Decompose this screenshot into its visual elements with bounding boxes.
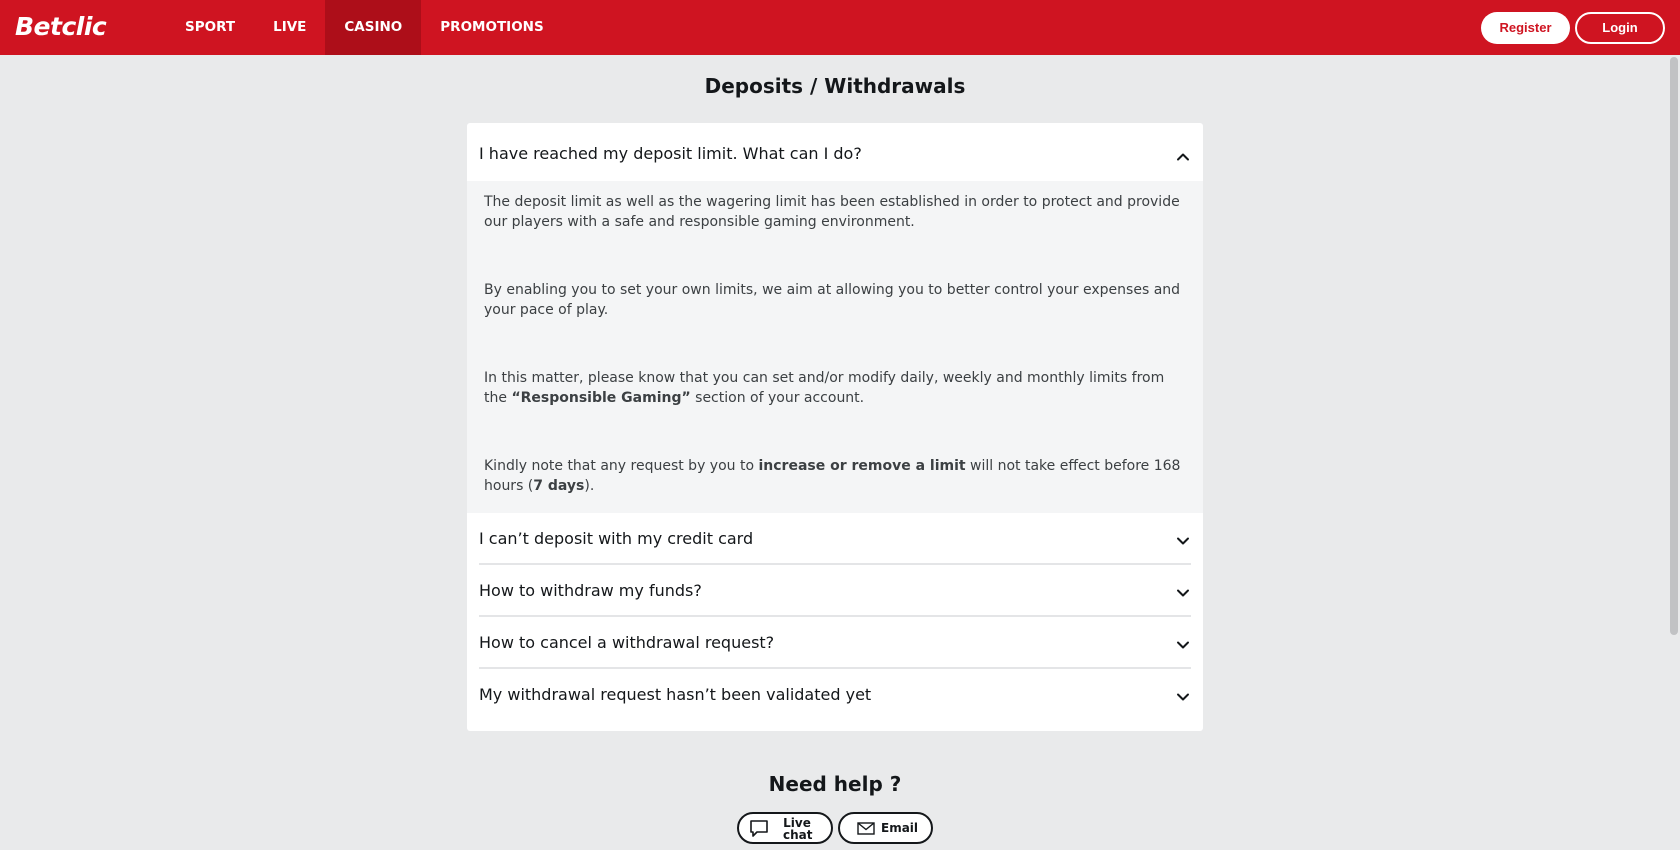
live-chat-label: Live chat bbox=[783, 816, 813, 842]
chevron-down-icon[interactable] bbox=[1176, 586, 1190, 600]
faq-question-open[interactable]: I have reached my deposit limit. What ca… bbox=[467, 123, 1203, 181]
faq-question-text: How to withdraw my funds? bbox=[479, 581, 702, 600]
faq-card: I have reached my deposit limit. What ca… bbox=[467, 123, 1203, 731]
answer-paragraph: The deposit limit as well as the wagerin… bbox=[484, 194, 1180, 230]
faq-question-row[interactable]: How to withdraw my funds? bbox=[479, 565, 1191, 617]
faq-question-row[interactable]: I can’t deposit with my credit card bbox=[479, 513, 1191, 565]
faq-question-text: I can’t deposit with my credit card bbox=[479, 529, 754, 548]
responsible-gaming-highlight: “Responsible Gaming” bbox=[511, 390, 691, 406]
faq-question-text: My withdrawal request hasn’t been valida… bbox=[479, 685, 872, 704]
nav-sport[interactable]: SPORT bbox=[166, 0, 254, 55]
need-help-title: Need help ? bbox=[768, 772, 902, 796]
page-scrollbar[interactable] bbox=[1668, 55, 1680, 850]
page-title: Deposits / Withdrawals bbox=[704, 74, 966, 98]
top-navigation-bar: Betclic SPORT LIVE CASINO PROMOTIONS Reg… bbox=[0, 0, 1680, 55]
answer-paragraph: In this matter, please know that you can… bbox=[484, 370, 1165, 406]
chevron-down-icon[interactable] bbox=[1176, 690, 1190, 704]
days-highlight: 7 days bbox=[533, 478, 585, 494]
email-button[interactable]: Email bbox=[838, 812, 933, 844]
live-chat-button[interactable]: Live chat bbox=[737, 812, 833, 844]
faq-question-row[interactable]: My withdrawal request hasn’t been valida… bbox=[479, 669, 1191, 721]
email-label: Email bbox=[881, 821, 919, 835]
login-button[interactable]: Login bbox=[1575, 12, 1665, 44]
betclic-logo[interactable]: Betclic bbox=[15, 12, 107, 42]
faq-question-text: How to cancel a withdrawal request? bbox=[479, 633, 775, 652]
chevron-down-icon[interactable] bbox=[1176, 534, 1190, 548]
chevron-up-icon[interactable] bbox=[1176, 150, 1190, 164]
nav-live[interactable]: LIVE bbox=[254, 0, 325, 55]
scrollbar-thumb[interactable] bbox=[1670, 57, 1678, 635]
faq-question-text: I have reached my deposit limit. What ca… bbox=[479, 144, 862, 163]
main-nav: SPORT LIVE CASINO PROMOTIONS bbox=[166, 0, 563, 55]
register-button[interactable]: Register bbox=[1481, 12, 1570, 44]
envelope-icon bbox=[857, 822, 875, 835]
faq-answer: The deposit limit as well as the wagerin… bbox=[467, 181, 1203, 513]
answer-paragraph: Kindly note that any request by you to i… bbox=[484, 458, 1181, 494]
faq-question-row[interactable]: How to cancel a withdrawal request? bbox=[479, 617, 1191, 669]
nav-promotions[interactable]: PROMOTIONS bbox=[421, 0, 562, 55]
chat-bubble-icon bbox=[750, 820, 768, 837]
answer-paragraph: By enabling you to set your own limits, … bbox=[484, 282, 1181, 318]
limit-highlight: increase or remove a limit bbox=[758, 458, 966, 474]
chevron-down-icon[interactable] bbox=[1176, 638, 1190, 652]
nav-casino[interactable]: CASINO bbox=[325, 0, 422, 55]
